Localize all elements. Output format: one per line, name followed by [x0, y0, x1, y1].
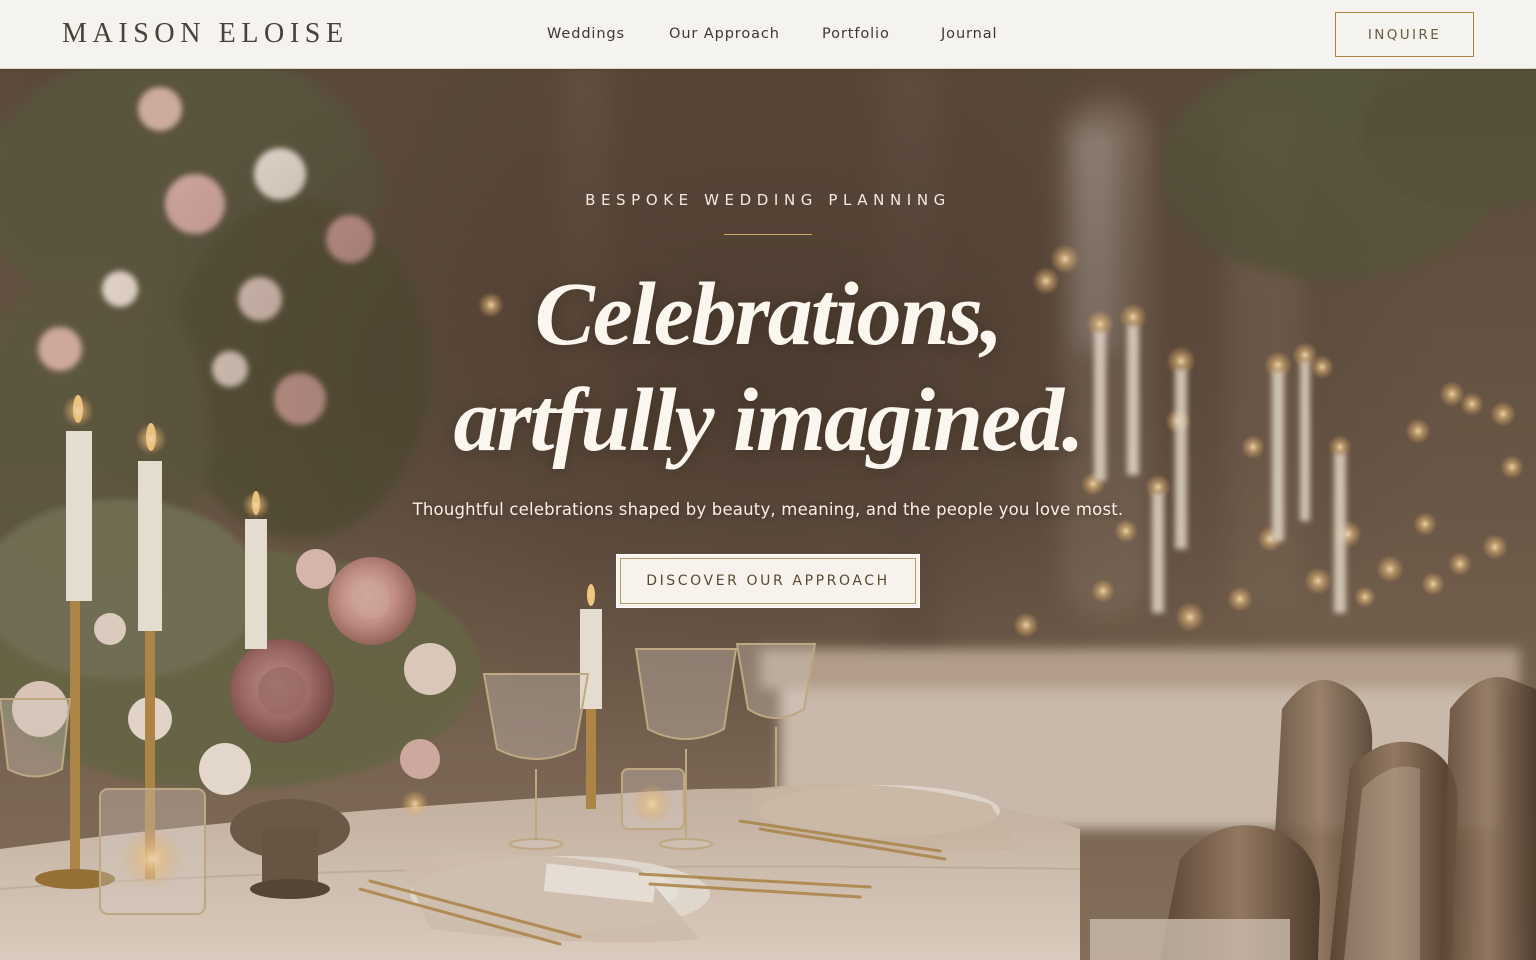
- brand-logo[interactable]: MAISON ELOISE: [62, 17, 349, 51]
- nav-link-journal[interactable]: Journal: [941, 24, 997, 44]
- nav-link-our-approach[interactable]: Our Approach: [669, 24, 780, 44]
- discover-approach-button[interactable]: DISCOVER OUR APPROACH: [616, 554, 920, 608]
- eyebrow-divider: [724, 234, 812, 235]
- hero-section: BESPOKE WEDDING PLANNING Celebrations, a…: [0, 69, 1536, 960]
- nav-link-portfolio[interactable]: Portfolio: [822, 24, 890, 44]
- top-navigation: MAISON ELOISE Weddings Our Approach Port…: [0, 0, 1536, 69]
- hero-headline-line-2: artfully imagined.: [453, 371, 1084, 470]
- hero-subtext: Thoughtful celebrations shaped by beauty…: [412, 500, 1124, 519]
- hero-eyebrow: BESPOKE WEDDING PLANNING: [585, 191, 951, 209]
- nav-link-weddings[interactable]: Weddings: [547, 24, 625, 44]
- inquire-button[interactable]: INQUIRE: [1335, 12, 1474, 57]
- hero-headline-line-1: Celebrations,: [534, 265, 1004, 364]
